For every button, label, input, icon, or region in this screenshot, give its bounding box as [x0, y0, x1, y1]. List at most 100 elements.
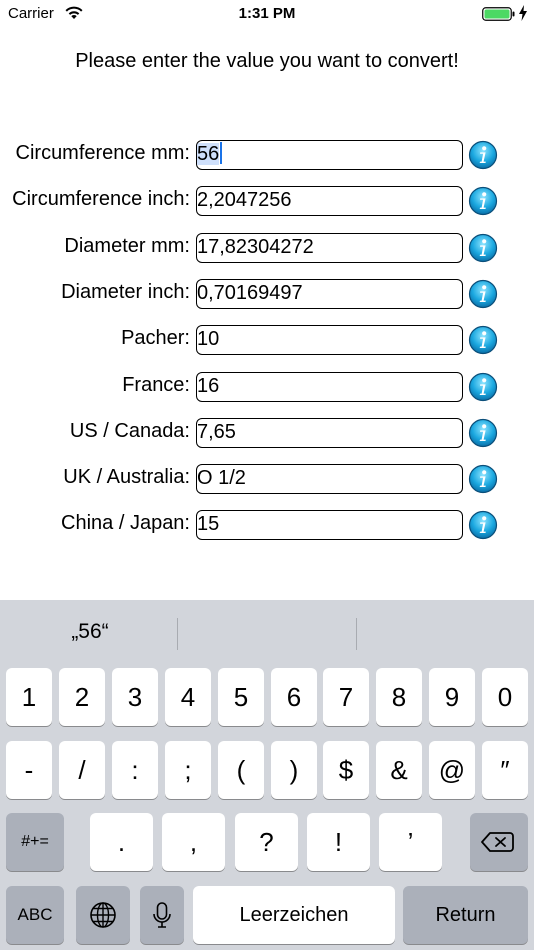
value-input[interactable]: O 1/2	[196, 464, 463, 494]
value-input[interactable]: 56	[196, 140, 463, 170]
value-input[interactable]: 17,82304272	[196, 233, 463, 263]
return-key[interactable]: Return	[403, 886, 528, 944]
dictation-key[interactable]	[140, 886, 184, 944]
symbol-key[interactable]: $	[323, 741, 369, 799]
form-row: US / Canada: 7,65	[0, 418, 534, 448]
key-label: 5	[233, 682, 249, 712]
key-label: )	[289, 755, 299, 785]
space-key[interactable]: Leerzeichen	[193, 886, 395, 944]
value-input[interactable]: 15	[196, 510, 463, 540]
text-cursor	[220, 142, 223, 164]
field-label: US / Canada:	[69, 420, 190, 442]
key-label: ,	[189, 827, 198, 857]
charging-bolt-icon	[519, 5, 527, 21]
keyboard: „56“ 1 2 3 4 5 6 7 8 9 0 - /:; () $ & @ ″ #+=.,?! ’ ABC Le…	[0, 600, 534, 950]
suggestion-divider	[177, 618, 178, 650]
key-label: 4	[180, 682, 196, 712]
punctuation-key[interactable]: ’	[379, 813, 442, 871]
info-icon[interactable]	[468, 372, 498, 402]
key-label: 3	[127, 682, 143, 712]
symbol-key[interactable]: ″	[482, 741, 528, 799]
key-label: ″	[500, 755, 510, 785]
value-input[interactable]: 0,70169497	[196, 279, 463, 309]
digit-key[interactable]: 2	[59, 668, 105, 726]
symbol-key[interactable]: &	[376, 741, 422, 799]
symbol-key[interactable]: -	[6, 741, 52, 799]
key-label: (	[236, 755, 246, 785]
field-label: Diameter inch:	[61, 281, 190, 303]
field-label: UK / Australia:	[63, 466, 190, 488]
value-input[interactable]: 16	[196, 372, 463, 402]
suggestion-item[interactable]: „56“	[40, 620, 140, 644]
symbol-key[interactable]: :	[112, 741, 158, 799]
key-label: 2	[74, 682, 90, 712]
value-input[interactable]: 7,65	[196, 418, 463, 448]
globe-key[interactable]	[76, 886, 130, 944]
key-label: 8	[391, 682, 407, 712]
field-label: China / Japan:	[61, 512, 190, 534]
symbol-key[interactable]: (	[218, 741, 264, 799]
digit-key[interactable]: 1	[6, 668, 52, 726]
more-symbols-key[interactable]: #+=	[6, 813, 64, 871]
info-icon[interactable]	[468, 140, 498, 170]
input-value: 15	[197, 513, 220, 535]
status-bar: Carrier 1:31 PM	[0, 0, 534, 28]
info-icon[interactable]	[468, 279, 498, 309]
punctuation-key[interactable]: ?	[235, 813, 298, 871]
key-label: 9	[444, 682, 460, 712]
info-icon[interactable]	[468, 464, 498, 494]
punctuation-key[interactable]: !	[307, 813, 370, 871]
key-label: 1	[21, 682, 37, 712]
key-label: /	[78, 755, 86, 785]
punctuation-key[interactable]: .	[90, 813, 153, 871]
key-label: .	[117, 827, 126, 857]
digit-key[interactable]: 7	[323, 668, 369, 726]
form-row: Diameter mm: 17,82304272	[0, 233, 534, 263]
input-value: 56	[197, 143, 220, 165]
symbol-key[interactable]: )	[271, 741, 317, 799]
microphone-icon	[153, 902, 171, 928]
form-row: Circumference mm: 56	[0, 140, 534, 170]
digit-key[interactable]: 6	[271, 668, 317, 726]
key-label: ’	[407, 827, 414, 857]
form-row: China / Japan: 15	[0, 510, 534, 540]
key-label: ;	[184, 755, 192, 785]
form-row: UK / Australia: O 1/2	[0, 464, 534, 494]
input-value: O 1/2	[197, 467, 246, 489]
suggestion-divider	[356, 618, 357, 650]
value-input[interactable]: 2,2047256	[196, 186, 463, 216]
digit-key[interactable]: 0	[482, 668, 528, 726]
digit-key[interactable]: 4	[165, 668, 211, 726]
status-time: 1:31 PM	[238, 5, 296, 22]
form-row: Circumference inch: 2,2047256	[0, 186, 534, 216]
backspace-key[interactable]	[470, 813, 528, 871]
backspace-icon	[481, 832, 514, 852]
digit-key[interactable]: 3	[112, 668, 158, 726]
key-label: !	[334, 827, 343, 857]
info-icon[interactable]	[468, 233, 498, 263]
symbol-key[interactable]: /	[59, 741, 105, 799]
info-icon[interactable]	[468, 418, 498, 448]
info-icon[interactable]	[468, 325, 498, 355]
field-label: Pacher:	[121, 327, 190, 349]
page-prompt: Please enter the value you want to conve…	[75, 50, 459, 72]
input-value: 16	[197, 375, 220, 397]
globe-icon	[90, 902, 116, 928]
info-icon[interactable]	[468, 510, 498, 540]
key-label: $	[338, 755, 354, 785]
symbol-key[interactable]: ;	[165, 741, 211, 799]
abc-key[interactable]: ABC	[6, 886, 64, 944]
info-icon[interactable]	[468, 186, 498, 216]
digit-key[interactable]: 9	[429, 668, 475, 726]
symbol-key[interactable]: @	[429, 741, 475, 799]
key-label: 0	[497, 682, 513, 712]
digit-key[interactable]: 8	[376, 668, 422, 726]
suggestion-bar: „56“	[0, 600, 534, 668]
value-input[interactable]: 10	[196, 325, 463, 355]
battery-icon	[482, 7, 515, 21]
field-label: Diameter mm:	[64, 235, 190, 257]
punctuation-key[interactable]: ,	[162, 813, 225, 871]
key-label: Leerzeichen	[239, 904, 349, 926]
key-label: -	[24, 755, 34, 785]
digit-key[interactable]: 5	[218, 668, 264, 726]
